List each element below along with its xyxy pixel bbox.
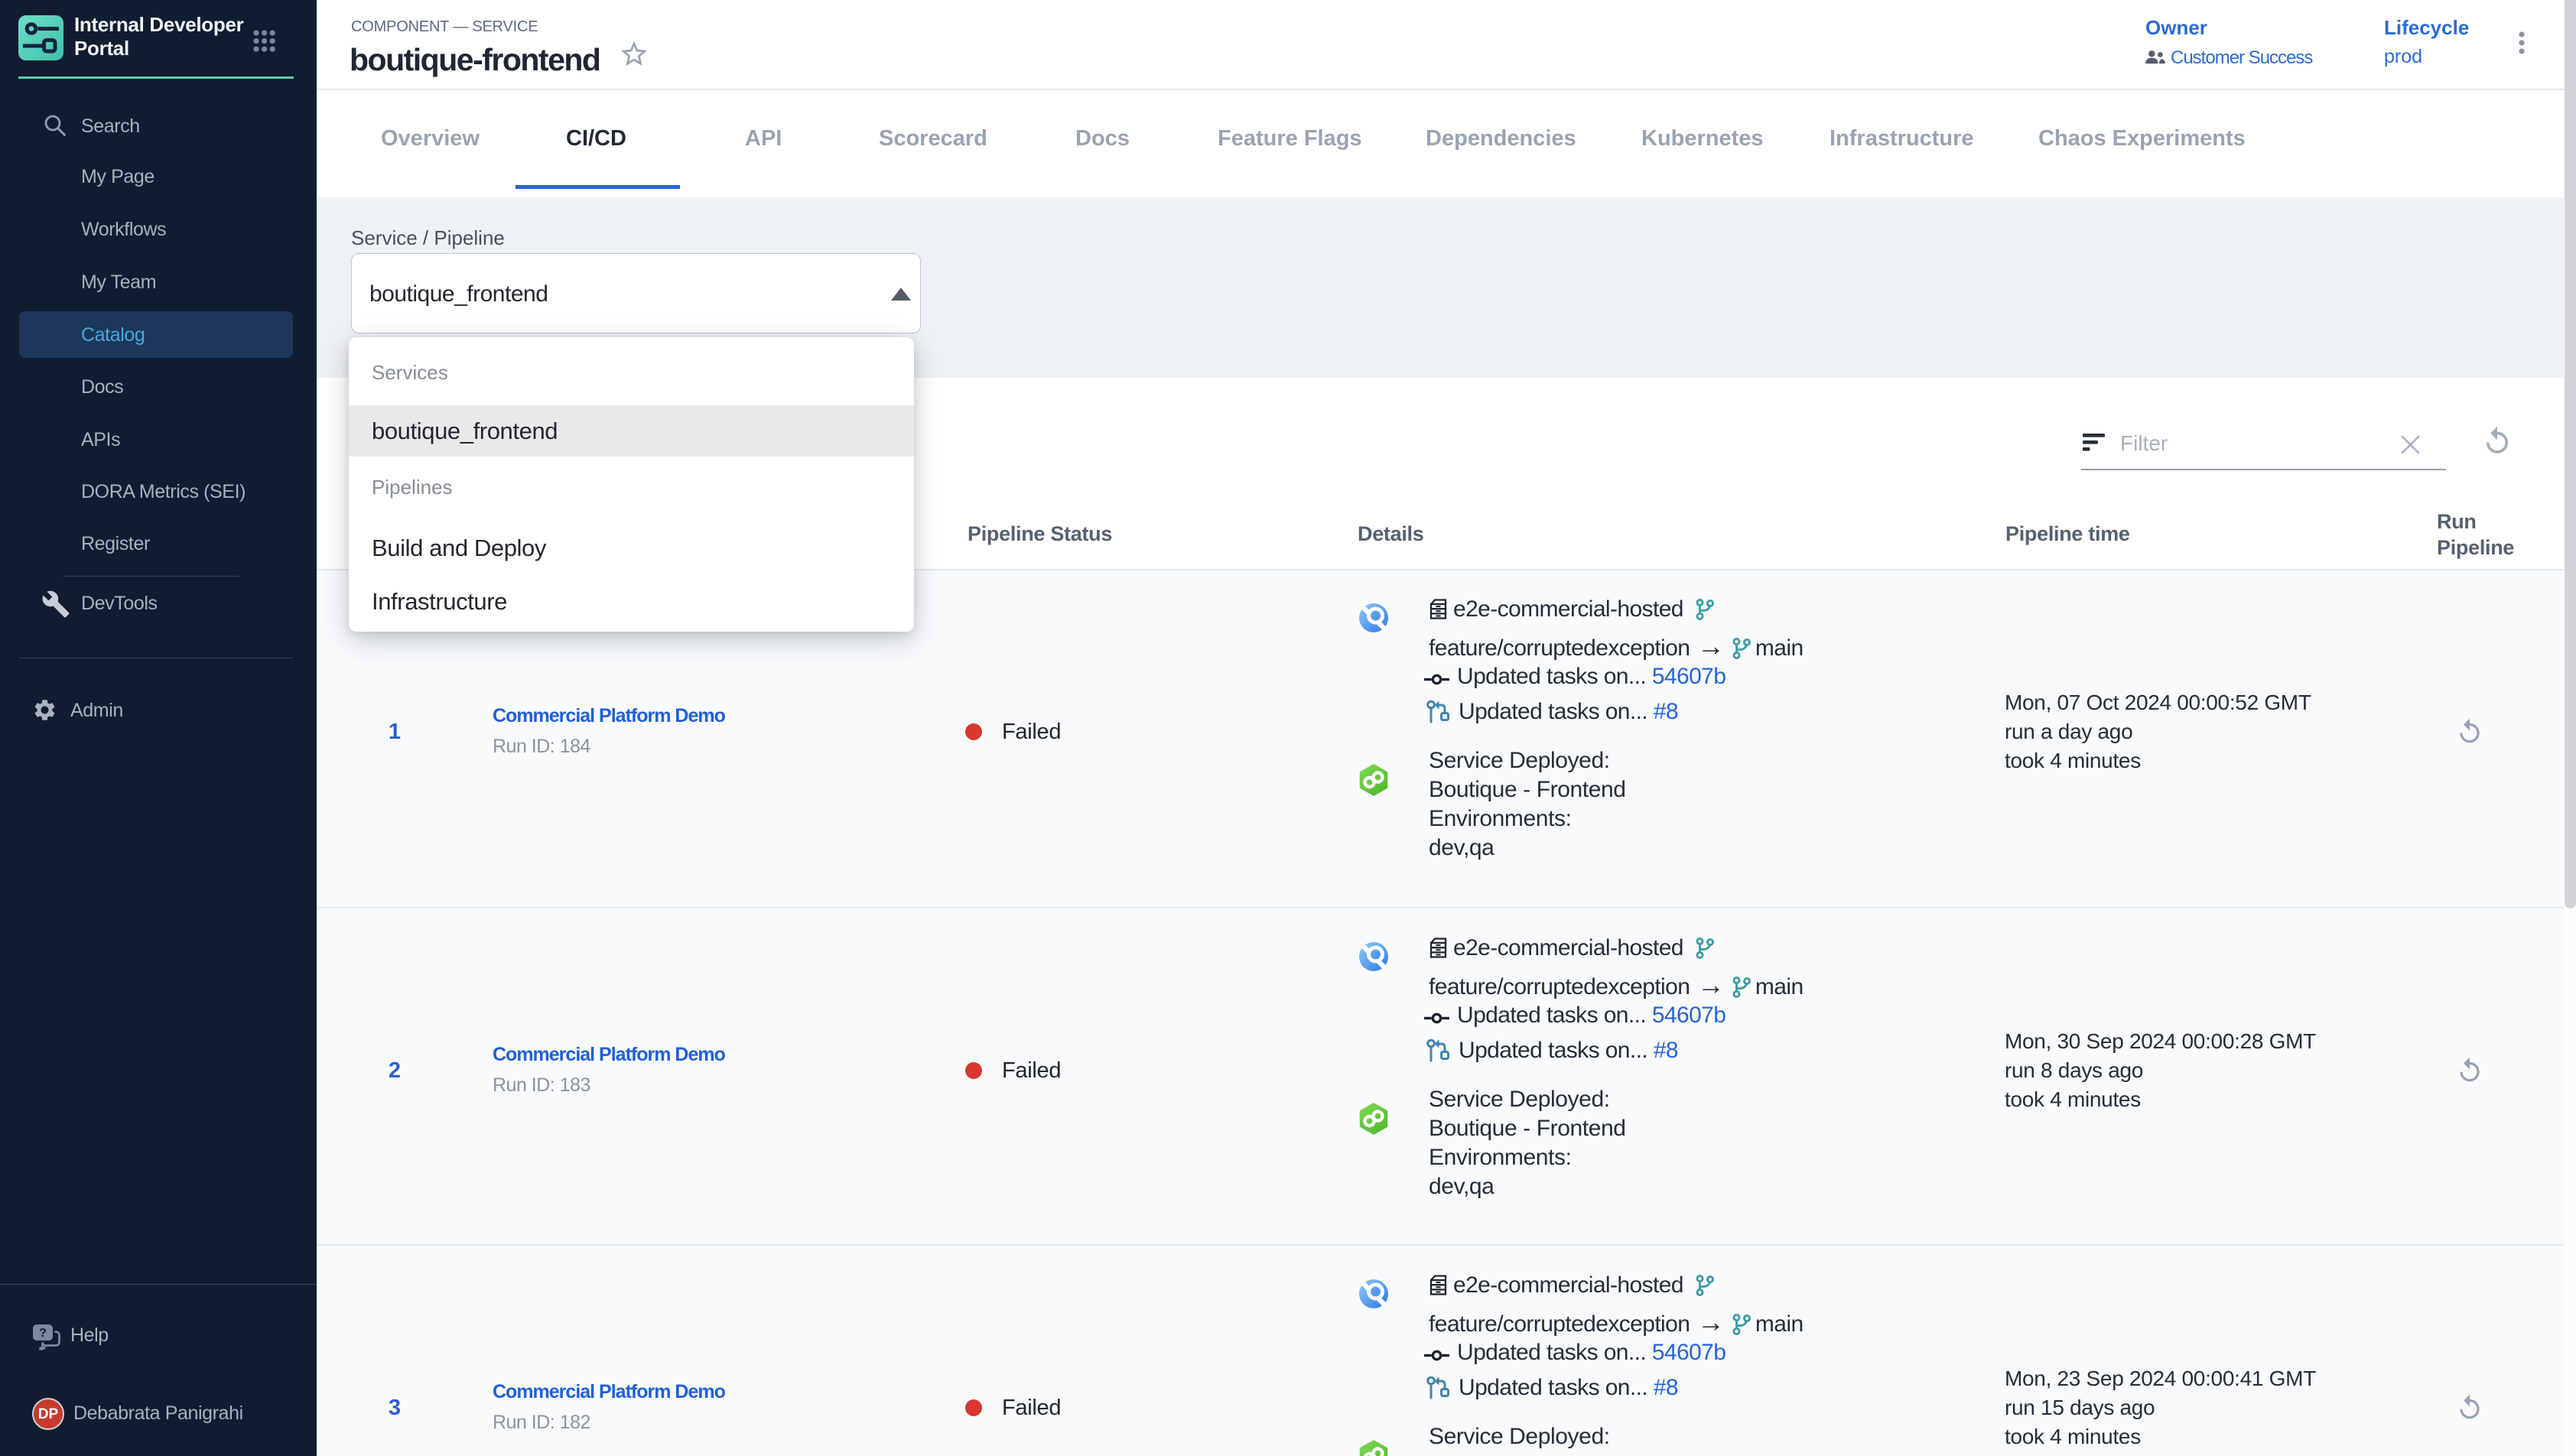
svg-text:?: ? bbox=[39, 1327, 47, 1340]
